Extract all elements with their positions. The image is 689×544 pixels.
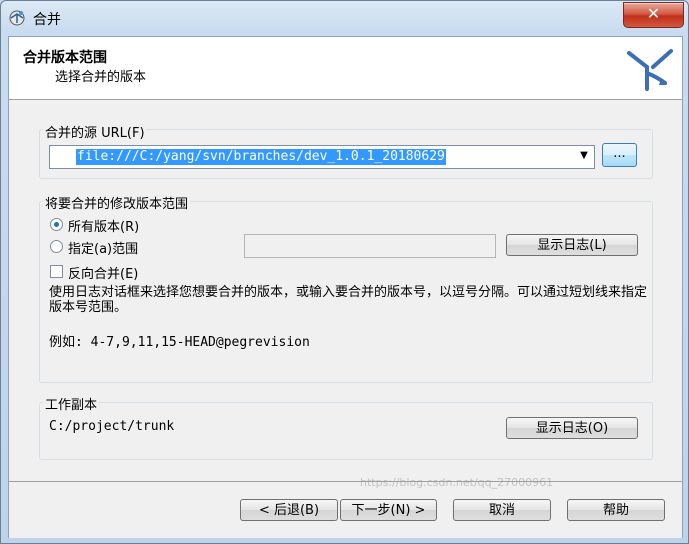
revision-range-input[interactable] (244, 234, 496, 258)
working-copy-path: C:/project/trunk (49, 419, 175, 434)
page-title: 合并版本范围 (23, 50, 107, 66)
tortoisesvn-merge-logo (627, 49, 673, 91)
chevron-down-icon[interactable]: ▼ (577, 148, 591, 164)
back-button[interactable]: < 后退(B) (240, 499, 338, 521)
specific-range-label[interactable]: 指定(a)范围 (68, 238, 138, 257)
watermark: https://blog.csdn.net/qq_27000961 (360, 476, 554, 489)
dialog-client: 合并版本范围 选择合并的版本 合并的源 URL(F) file:///C:/ya… (8, 36, 683, 538)
source-url-combobox[interactable]: file:///C:/yang/svn/branches/dev_1.0.1_2… (49, 145, 595, 169)
all-revisions-radio[interactable] (50, 218, 63, 231)
show-log-button[interactable]: 显示日志(L) (506, 234, 638, 256)
app-icon (9, 10, 25, 26)
revision-help-text: 使用日志对话框来选择您想要合并的版本，或输入要合并的版本号，以逗号分隔。可以通过… (49, 285, 648, 315)
title-bar[interactable]: 合并 ✕ (0, 0, 689, 36)
reverse-merge-checkbox[interactable] (50, 265, 63, 278)
working-copy-show-log-button[interactable]: 显示日志(O) (506, 417, 638, 439)
browse-button[interactable]: ... (602, 143, 637, 167)
close-icon: ✕ (646, 4, 661, 23)
all-revisions-label[interactable]: 所有版本(R) (68, 216, 139, 235)
next-button[interactable]: 下一步(N) > (340, 499, 437, 521)
page-subtitle: 选择合并的版本 (55, 70, 147, 85)
source-url-value: file:///C:/yang/svn/branches/dev_1.0.1_2… (76, 149, 446, 165)
header-banner: 合并版本范围 选择合并的版本 (9, 37, 682, 100)
specific-range-radio[interactable] (50, 240, 63, 253)
help-button[interactable]: 帮助 (567, 499, 665, 521)
source-url-group-label: 合并的源 URL(F) (43, 122, 147, 141)
cancel-button[interactable]: 取消 (453, 499, 551, 521)
window-title: 合并 (33, 12, 61, 28)
reverse-merge-label[interactable]: 反向合并(E) (68, 263, 138, 282)
working-copy-group-label: 工作副本 (43, 394, 100, 413)
revision-range-group-label: 将要合并的修改版本范围 (43, 193, 191, 212)
close-button[interactable]: ✕ (623, 2, 684, 28)
revision-example-text: 例如: 4-7,9,11,15-HEAD@pegrevision (49, 335, 310, 350)
